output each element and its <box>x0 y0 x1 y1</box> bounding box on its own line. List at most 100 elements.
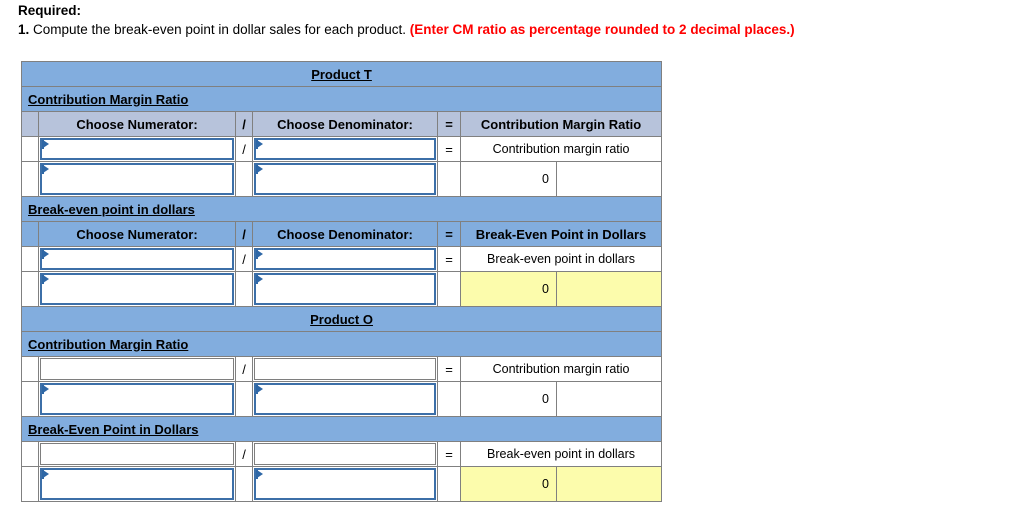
result-suffix-cell <box>555 161 663 197</box>
denominator-input[interactable] <box>252 246 438 272</box>
result-suffix-cell <box>555 381 663 417</box>
section-heading-text: Contribution Margin Ratio <box>28 91 189 107</box>
column-header-denominator: Choose Denominator: <box>252 221 438 247</box>
column-header-row: Choose Numerator: / Choose Denominator: = Br… <box>21 221 663 247</box>
worksheet-row: 0 <box>21 271 663 307</box>
row-spacer <box>21 381 39 417</box>
worksheet-row: / = Contribution margin ratio <box>21 136 663 162</box>
operator-slash: / <box>235 441 253 467</box>
section-heading-cell: Break-Even Point in Dollars <box>20 416 663 442</box>
numerator-input-box[interactable] <box>40 383 234 415</box>
denominator-input-box[interactable] <box>254 248 436 270</box>
result-value-cell: 0 <box>460 271 557 307</box>
column-header-denominator: Choose Denominator: <box>252 111 438 137</box>
result-suffix-cell <box>555 466 663 502</box>
denominator-input[interactable] <box>252 466 438 502</box>
denominator-input-box[interactable] <box>254 273 436 305</box>
column-header-slash: / <box>235 221 253 247</box>
section-heading-row: Break-Even Point in Dollars <box>20 416 663 442</box>
operator-slash <box>235 161 253 197</box>
worksheet-body: Product T Contribution Margin Ratio Choose… <box>20 61 663 502</box>
question-note: (Enter CM ratio as percentage rounded to… <box>409 22 795 37</box>
result-label-cell: Contribution margin ratio <box>459 136 663 162</box>
numerator-input[interactable] <box>38 466 236 502</box>
column-header-spacer <box>21 111 39 137</box>
numerator-input-box <box>40 358 234 380</box>
question-number: 1. <box>18 22 30 37</box>
result-value-cell: 0 <box>460 466 557 502</box>
dropdown-arrow-icon <box>42 470 49 479</box>
denominator-input <box>252 441 438 467</box>
numerator-input[interactable] <box>38 271 236 307</box>
row-spacer <box>21 441 39 467</box>
row-spacer <box>21 466 39 502</box>
numerator-input[interactable] <box>38 381 236 417</box>
product-title-text: Product T <box>311 66 372 82</box>
dropdown-arrow-icon <box>42 250 49 259</box>
operator-slash: / <box>235 356 253 382</box>
numerator-input-box[interactable] <box>40 273 234 305</box>
operator-equals: = <box>437 356 461 382</box>
column-header-numerator: Choose Numerator: <box>38 111 236 137</box>
section-heading-cell: Break-even point in dollars <box>20 196 663 222</box>
section-heading-row: Contribution Margin Ratio <box>20 86 663 112</box>
denominator-input[interactable] <box>252 136 438 162</box>
operator-slash <box>235 466 253 502</box>
operator-equals: = <box>437 246 461 272</box>
operator-slash <box>235 381 253 417</box>
operator-equals <box>437 466 461 502</box>
numerator-input[interactable] <box>38 136 236 162</box>
denominator-input-box[interactable] <box>254 383 436 415</box>
result-label-cell: Contribution margin ratio <box>459 356 663 382</box>
dropdown-arrow-icon <box>256 470 263 479</box>
dropdown-arrow-icon <box>42 165 49 174</box>
dropdown-arrow-icon <box>256 275 263 284</box>
section-heading-row: Contribution Margin Ratio <box>20 331 663 357</box>
section-heading-row: Break-even point in dollars <box>20 196 663 222</box>
section-heading-cell: Contribution Margin Ratio <box>20 86 663 112</box>
section-heading-text: Break-Even Point in Dollars <box>28 421 199 437</box>
numerator-input-box[interactable] <box>40 163 234 195</box>
row-spacer <box>21 161 39 197</box>
section-heading-text: Break-even point in dollars <box>28 201 195 217</box>
section-heading-cell: Contribution Margin Ratio <box>20 331 663 357</box>
dropdown-arrow-icon <box>42 385 49 394</box>
operator-equals <box>437 271 461 307</box>
column-header-row: Choose Numerator: / Choose Denominator: = Co… <box>21 111 663 137</box>
denominator-input-box[interactable] <box>254 163 436 195</box>
numerator-input-box[interactable] <box>40 138 234 160</box>
required-label: Required: <box>18 3 82 18</box>
numerator-input[interactable] <box>38 161 236 197</box>
result-label-cell: Break-even point in dollars <box>459 441 663 467</box>
column-header-result: Contribution Margin Ratio <box>459 111 663 137</box>
operator-slash: / <box>235 246 253 272</box>
denominator-input <box>252 356 438 382</box>
worksheet-table: Product T Contribution Margin Ratio Choose… <box>20 61 663 502</box>
denominator-input[interactable] <box>252 271 438 307</box>
numerator-input[interactable] <box>38 246 236 272</box>
denominator-input[interactable] <box>252 381 438 417</box>
operator-equals: = <box>437 441 461 467</box>
row-spacer <box>21 246 39 272</box>
question-line: 1. Compute the break-even point in dolla… <box>18 20 1024 39</box>
denominator-input-box[interactable] <box>254 138 436 160</box>
numerator-input-box[interactable] <box>40 248 234 270</box>
worksheet-row: / = Break-even point in dollars <box>21 246 663 272</box>
result-suffix-cell <box>555 271 663 307</box>
numerator-input-box[interactable] <box>40 468 234 500</box>
column-header-spacer <box>21 221 39 247</box>
dropdown-arrow-icon <box>42 140 49 149</box>
column-header-numerator: Choose Numerator: <box>38 221 236 247</box>
column-header-result: Break-Even Point in Dollars <box>459 221 663 247</box>
denominator-input[interactable] <box>252 161 438 197</box>
denominator-input-box <box>254 443 436 465</box>
dropdown-arrow-icon <box>256 165 263 174</box>
denominator-input-box[interactable] <box>254 468 436 500</box>
numerator-input-box <box>40 443 234 465</box>
worksheet-row: 0 <box>21 161 663 197</box>
operator-equals <box>437 381 461 417</box>
numerator-input <box>38 441 236 467</box>
product-title-row: Product T <box>20 61 663 87</box>
operator-slash <box>235 271 253 307</box>
row-spacer <box>21 356 39 382</box>
